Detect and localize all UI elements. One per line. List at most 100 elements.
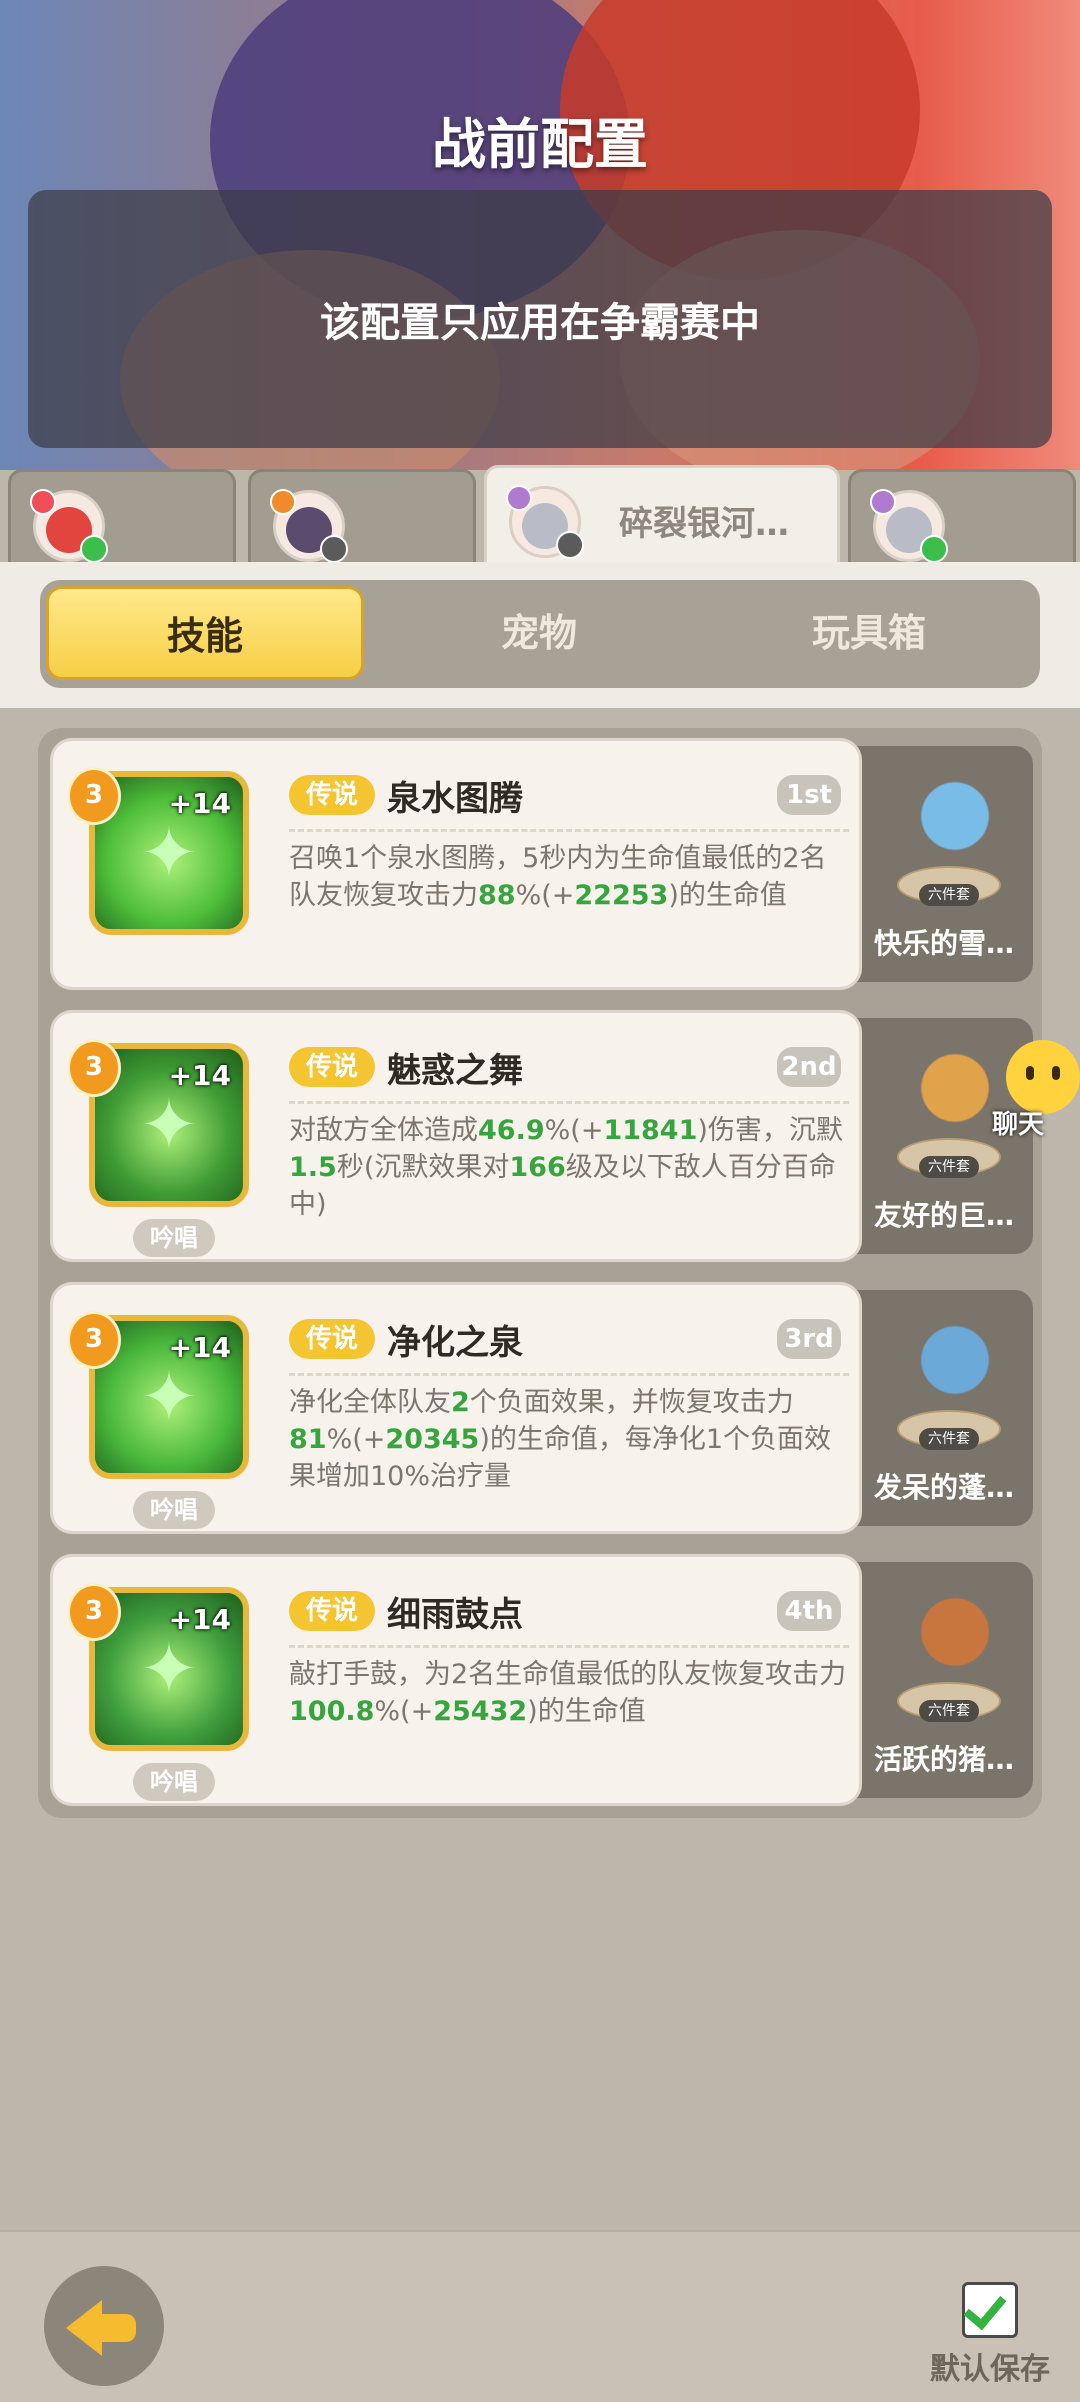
desc-value: 22253 bbox=[574, 880, 669, 911]
skill-row[interactable]: 六件套 发呆的蓬… ✦ +14 3 吟唱 传说 净化之泉 3rd 净化全体队友2… bbox=[50, 1282, 1033, 1534]
rank-badge: 3rd bbox=[777, 1319, 841, 1359]
pet-slot[interactable]: 六件套 快乐的雪… bbox=[855, 746, 1033, 982]
skill-card[interactable]: ✦ +14 3 吟唱 传说 细雨鼓点 4th 敲打手鼓，为2名生命值最低的队友恢… bbox=[50, 1554, 862, 1806]
skill-level-badge: 3 bbox=[67, 1583, 121, 1641]
skill-card[interactable]: ✦ +14 3 传说 泉水图腾 1st 召唤1个泉水图腾，5秒内为生命值最低的2… bbox=[50, 738, 862, 990]
pet-slot[interactable]: 六件套 活跃的猪… bbox=[855, 1562, 1033, 1798]
hero-avatar bbox=[270, 489, 348, 563]
skill-plus: +14 bbox=[168, 1059, 231, 1092]
desc-value: 88 bbox=[478, 880, 516, 911]
pet-set-tag: 六件套 bbox=[919, 884, 979, 906]
status-icon bbox=[556, 531, 584, 559]
desc-text: %(+ bbox=[374, 1696, 434, 1727]
skill-plus: +14 bbox=[168, 1331, 231, 1364]
back-arrow-icon bbox=[66, 2300, 102, 2356]
skill-name: 泉水图腾 bbox=[387, 779, 523, 819]
rarity-badge: 传说 bbox=[289, 1319, 375, 1359]
pet-set-tag: 六件套 bbox=[919, 1428, 979, 1450]
pet-name: 活跃的猪… bbox=[873, 1743, 1014, 1776]
skill-description: 对敌方全体造成46.9%(+11841)伤害，沉默1.5秒(沉默效果对166级及… bbox=[289, 1101, 849, 1223]
desc-value: 11841 bbox=[603, 1115, 698, 1146]
skill-description: 净化全体队友2个负面效果，并恢复攻击力81%(+20345)的生命值，每净化1个… bbox=[289, 1373, 849, 1495]
pet-slot[interactable]: 六件套 发呆的蓬… bbox=[855, 1290, 1033, 1526]
pet-name: 快乐的雪… bbox=[873, 927, 1014, 960]
desc-text: %(+ bbox=[326, 1424, 386, 1455]
hero-tab-3[interactable]: 碎裂银河… bbox=[484, 465, 840, 568]
pet-set-tag: 六件套 bbox=[919, 1700, 979, 1722]
skill-card[interactable]: ✦ +14 3 吟唱 传说 魅惑之舞 2nd 对敌方全体造成46.9%(+118… bbox=[50, 1010, 862, 1262]
desc-value: 46.9 bbox=[478, 1115, 545, 1146]
skill-level-badge: 3 bbox=[67, 767, 121, 825]
skill-level-badge: 3 bbox=[67, 1311, 121, 1369]
status-icon bbox=[920, 535, 948, 563]
chant-tag: 吟唱 bbox=[133, 1219, 215, 1257]
tab-toybox[interactable]: 玩具箱 bbox=[710, 586, 1028, 680]
hero-avatar bbox=[30, 489, 108, 563]
notice-text: 该配置只应用在争霸赛中 bbox=[320, 300, 760, 346]
hero-tabs: 碎裂银河… bbox=[0, 465, 1080, 568]
desc-text: 个负面效果，并恢复攻击力 bbox=[469, 1387, 794, 1418]
hero-tab-4[interactable] bbox=[848, 469, 1076, 568]
footer: 默认保存 bbox=[0, 2230, 1080, 2402]
desc-value: 2 bbox=[451, 1387, 470, 1418]
skill-level-badge: 3 bbox=[67, 1039, 121, 1097]
desc-text: )的生命值 bbox=[668, 880, 787, 911]
skill-plus: +14 bbox=[168, 787, 231, 820]
desc-text: 秒(沉默效果对 bbox=[336, 1152, 510, 1183]
skill-row[interactable]: 六件套 活跃的猪… ✦ +14 3 吟唱 传说 细雨鼓点 4th 敲打手鼓，为2… bbox=[50, 1554, 1033, 1806]
hero-tab-2[interactable] bbox=[248, 469, 476, 568]
skill-row[interactable]: 六件套 友好的巨… ✦ +14 3 吟唱 传说 魅惑之舞 2nd 对敌方全体造成… bbox=[50, 1010, 1033, 1262]
pet-name: 发呆的蓬… bbox=[873, 1471, 1014, 1504]
notice-box: 该配置只应用在争霸赛中 bbox=[28, 190, 1052, 448]
rarity-badge: 传说 bbox=[289, 1591, 375, 1631]
hero-tab-label: 碎裂银河… bbox=[619, 504, 789, 544]
desc-value: 81 bbox=[289, 1424, 327, 1455]
desc-value: 25432 bbox=[433, 1696, 528, 1727]
desc-text: 敲打手鼓，为2名生命值最低的队友恢复攻击力 bbox=[289, 1659, 847, 1690]
tab-pets[interactable]: 宠物 bbox=[380, 586, 698, 680]
desc-text: 对敌方全体造成 bbox=[289, 1115, 478, 1146]
tab-bar: 技能 宠物 玩具箱 bbox=[40, 580, 1040, 688]
rank-badge: 4th bbox=[777, 1591, 841, 1631]
skill-card[interactable]: ✦ +14 3 吟唱 传说 净化之泉 3rd 净化全体队友2个负面效果，并恢复攻… bbox=[50, 1282, 862, 1534]
hero-avatar bbox=[506, 485, 584, 559]
skill-icon: ✦ +14 3 bbox=[67, 1039, 249, 1207]
desc-text: 净化全体队友 bbox=[289, 1387, 451, 1418]
status-icon bbox=[80, 535, 108, 563]
chat-label: 聊天 bbox=[992, 1110, 1045, 1140]
desc-text: %(+ bbox=[544, 1115, 604, 1146]
pet-name: 友好的巨… bbox=[873, 1199, 1014, 1232]
skill-icon: ✦ +14 3 bbox=[67, 767, 249, 935]
skill-description: 召唤1个泉水图腾，5秒内为生命值最低的2名队友恢复攻击力88%(+22253)的… bbox=[289, 829, 849, 914]
pet-set-tag: 六件套 bbox=[919, 1156, 979, 1178]
rarity-badge: 传说 bbox=[289, 1047, 375, 1087]
rarity-badge: 传说 bbox=[289, 775, 375, 815]
skill-name: 净化之泉 bbox=[387, 1323, 523, 1363]
header-banner: 战前配置 该配置只应用在争霸赛中 bbox=[0, 0, 1080, 470]
skill-description: 敲打手鼓，为2名生命值最低的队友恢复攻击力 100.8%(+25432)的生命值 bbox=[289, 1645, 849, 1730]
chant-tag: 吟唱 bbox=[133, 1763, 215, 1801]
skill-icon: ✦ +14 3 bbox=[67, 1311, 249, 1479]
page-title: 战前配置 bbox=[432, 113, 648, 176]
skill-name: 魅惑之舞 bbox=[387, 1051, 523, 1091]
skill-icon: ✦ +14 3 bbox=[67, 1583, 249, 1751]
skill-plus: +14 bbox=[168, 1603, 231, 1636]
desc-value: 100.8 bbox=[289, 1696, 375, 1727]
desc-text: )伤害，沉默 bbox=[697, 1115, 843, 1146]
desc-text: )的生命值 bbox=[527, 1696, 646, 1727]
rank-badge: 1st bbox=[777, 775, 841, 815]
chant-tag: 吟唱 bbox=[133, 1491, 215, 1529]
rank-badge: 2nd bbox=[777, 1047, 841, 1087]
tab-skills[interactable]: 技能 bbox=[46, 586, 364, 680]
desc-text: %(+ bbox=[515, 880, 575, 911]
default-save-checkbox[interactable] bbox=[962, 2282, 1018, 2338]
default-save-label: 默认保存 bbox=[930, 2352, 1050, 2387]
desc-value: 1.5 bbox=[289, 1152, 337, 1183]
chat-button[interactable] bbox=[1006, 1040, 1080, 1114]
back-button[interactable] bbox=[44, 2266, 164, 2386]
skill-name: 细雨鼓点 bbox=[387, 1595, 523, 1635]
hero-tab-1[interactable] bbox=[8, 469, 236, 568]
hero-avatar bbox=[870, 489, 948, 563]
skill-row[interactable]: 六件套 快乐的雪… ✦ +14 3 传说 泉水图腾 1st 召唤1个泉水图腾，5… bbox=[50, 738, 1033, 990]
skill-list: 六件套 快乐的雪… ✦ +14 3 传说 泉水图腾 1st 召唤1个泉水图腾，5… bbox=[38, 728, 1042, 1818]
